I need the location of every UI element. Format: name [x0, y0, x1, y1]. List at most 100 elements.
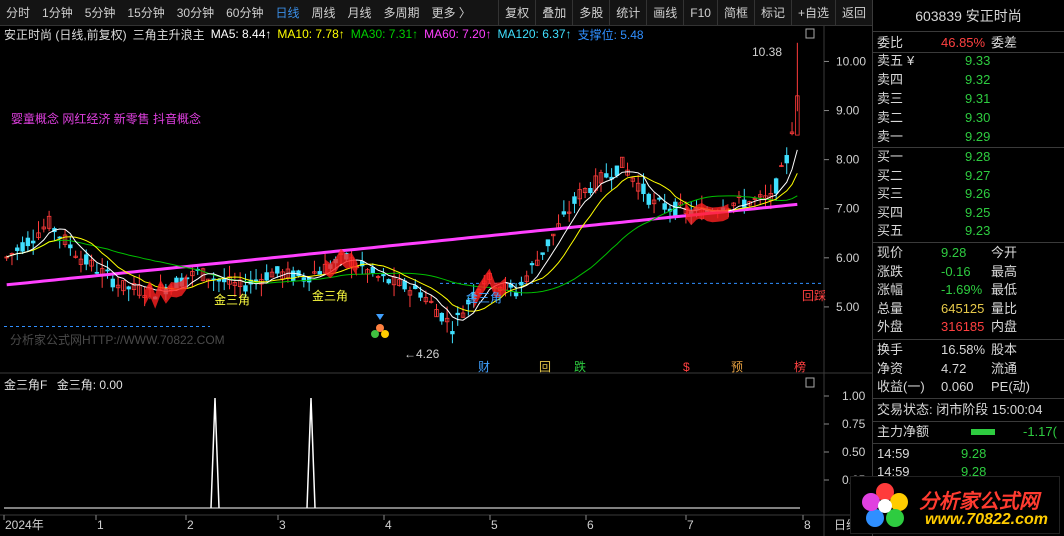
event-marker: 财 [478, 360, 490, 374]
price-axis-label: 10.00 [836, 54, 866, 68]
price-axis-label: 6.00 [836, 251, 860, 265]
toolbar-button[interactable]: 返回 [834, 0, 872, 26]
triangle-label: 金三角 [312, 288, 348, 303]
date-axis-label: 8 [804, 518, 811, 532]
candle-body [439, 312, 444, 322]
indicator-legend: 金三角F 金三角: 0.00 [4, 376, 123, 393]
date-axis-label: 6 [587, 518, 594, 532]
quote-panel: 603839 安正时尚 委比 46.85% 委差 卖五 ¥9.33 卖四 9.32 卖三 9.3… [872, 0, 1064, 536]
candle-body [784, 155, 789, 164]
candle-body [742, 199, 747, 208]
price-axis-label: 9.00 [836, 104, 860, 118]
candle-body [105, 269, 110, 272]
site-logo: 分析家公式网 www.70822.com [850, 476, 1060, 534]
candle-body [20, 242, 25, 252]
candle-body [253, 279, 259, 282]
ind-axis-label: 0.75 [842, 417, 866, 431]
separator [873, 339, 1064, 340]
event-marker: 跌 [574, 359, 586, 374]
candle-body [641, 183, 646, 195]
tab-timeframe[interactable]: 15分钟 [121, 0, 170, 26]
toolbar-button[interactable]: 标记 [753, 0, 791, 26]
legend-indicator[interactable]: 三角主升浪主 [133, 26, 205, 43]
candle-body [646, 193, 651, 205]
low-price-label: ←4.26 [404, 347, 440, 361]
legend-ma30: MA30: 7.31↑ [350, 27, 419, 41]
date-axis-label: 4 [385, 518, 392, 532]
toolbar-button[interactable]: 复权 [498, 0, 535, 26]
event-marker: 回 [539, 360, 551, 374]
watermark: 分析家公式网HTTP://WWW.70822.COM [10, 333, 225, 347]
candle-body [30, 240, 36, 244]
tool-buttons: 复权 叠加 多股 统计 画线 F10 简框 标记 +自选 返回 [498, 0, 872, 26]
toolbar-button[interactable]: 画线 [646, 0, 683, 26]
candle-body [296, 270, 301, 277]
tab-timeframe[interactable]: 60分钟 [220, 0, 269, 26]
kline-chart[interactable]: 10.00 9.00 8.00 7.00 6.00 5.00 10.38 ←4.26 金三角 金三… [0, 26, 872, 536]
candle-body [572, 196, 577, 204]
tab-timeframe[interactable]: 1分钟 [36, 0, 79, 26]
indicator-title[interactable]: 金三角F [4, 378, 47, 392]
separator [873, 398, 1064, 399]
date-axis-label: 3 [279, 518, 286, 532]
concept-tags[interactable]: 婴童概念 网红经济 新零售 抖音概念 [11, 110, 201, 127]
timeframe-tabs: 分时 1分钟 5分钟 15分钟 30分钟 60分钟 日线 周线 月线 多周期 更多 〉 [0, 0, 477, 26]
date-axis-label: 2 [187, 518, 194, 532]
tab-timeframe[interactable]: 多周期 [378, 0, 426, 26]
toolbar-button[interactable]: 简框 [716, 0, 754, 26]
tab-timeframe[interactable]: 更多 〉 [426, 0, 477, 26]
date-axis-label: 2024年 [5, 518, 44, 532]
candle-body [386, 279, 391, 284]
toolbar-button[interactable]: +自选 [790, 0, 835, 26]
signal-dot-icon [381, 330, 389, 338]
chart-legend: 安正时尚 (日线,前复权) 三角主升浪主 MA5: 8.44↑ MA10: 7.… [4, 26, 650, 42]
tab-timeframe[interactable]: 5分钟 [79, 0, 122, 26]
stock-title[interactable]: 603839 安正时尚 [873, 0, 1064, 32]
toolbar-button[interactable]: 统计 [609, 0, 646, 26]
candle-body [25, 237, 31, 247]
candle-body [561, 211, 567, 215]
candle-body [243, 285, 248, 292]
ma5-line [6, 149, 798, 321]
candle-body [317, 271, 322, 275]
tab-timeframe[interactable]: 分时 [0, 0, 36, 26]
panel-toggle-icon[interactable] [805, 28, 815, 39]
tab-timeframe[interactable]: 月线 [342, 0, 378, 26]
toolbar-button[interactable]: 叠加 [535, 0, 572, 26]
triangle-label: 金三角 [214, 292, 250, 307]
legend-ma10: MA10: 7.78↑ [277, 27, 345, 41]
legend-support: 支撑位: 5.48 [577, 27, 644, 42]
legend-stock: 安正时尚 (日线,前复权) [4, 27, 127, 42]
chart-canvas[interactable]: 10.009.008.007.006.005.0010.38←4.26金三角 金三… [0, 26, 872, 536]
signal-dot-icon [371, 330, 379, 338]
candle-body [370, 266, 376, 273]
indicator-spike [306, 397, 316, 509]
candle-body [126, 286, 131, 290]
ind-axis-label: 0.50 [842, 445, 866, 459]
price-axis-label: 7.00 [836, 202, 860, 216]
high-price-label: 10.38 [752, 45, 782, 59]
candle-body [402, 280, 407, 290]
flower-logo-icon [862, 483, 908, 527]
candle-body [68, 244, 73, 249]
candle-body [588, 188, 593, 194]
tab-timeframe[interactable]: 周线 [305, 0, 341, 26]
candle-body [614, 165, 620, 176]
candle-body [84, 254, 89, 265]
candle-body [545, 239, 551, 247]
tab-timeframe[interactable]: 日线 [269, 0, 305, 26]
ind-axis-label: 1.00 [842, 389, 866, 403]
tab-timeframe[interactable]: 30分钟 [171, 0, 220, 26]
candle-body [291, 270, 296, 281]
panel-toggle-icon[interactable] [805, 377, 815, 388]
flow-bar [971, 429, 995, 435]
signal-icon [376, 314, 384, 320]
toolbar-button[interactable]: F10 [683, 0, 717, 26]
legend-ma5: MA5: 8.44↑ [210, 27, 272, 41]
huicai-label: 回踩 [802, 289, 826, 303]
toolbar: 分时 1分钟 5分钟 15分钟 30分钟 60分钟 日线 周线 月线 多周期 更多 〉 复权 叠加 多股… [0, 0, 872, 26]
indicator-value: 金三角: 0.00 [56, 378, 123, 392]
toolbar-button[interactable]: 多股 [572, 0, 609, 26]
triangle-label: 金三角 [466, 290, 502, 305]
candle-body [455, 312, 460, 316]
